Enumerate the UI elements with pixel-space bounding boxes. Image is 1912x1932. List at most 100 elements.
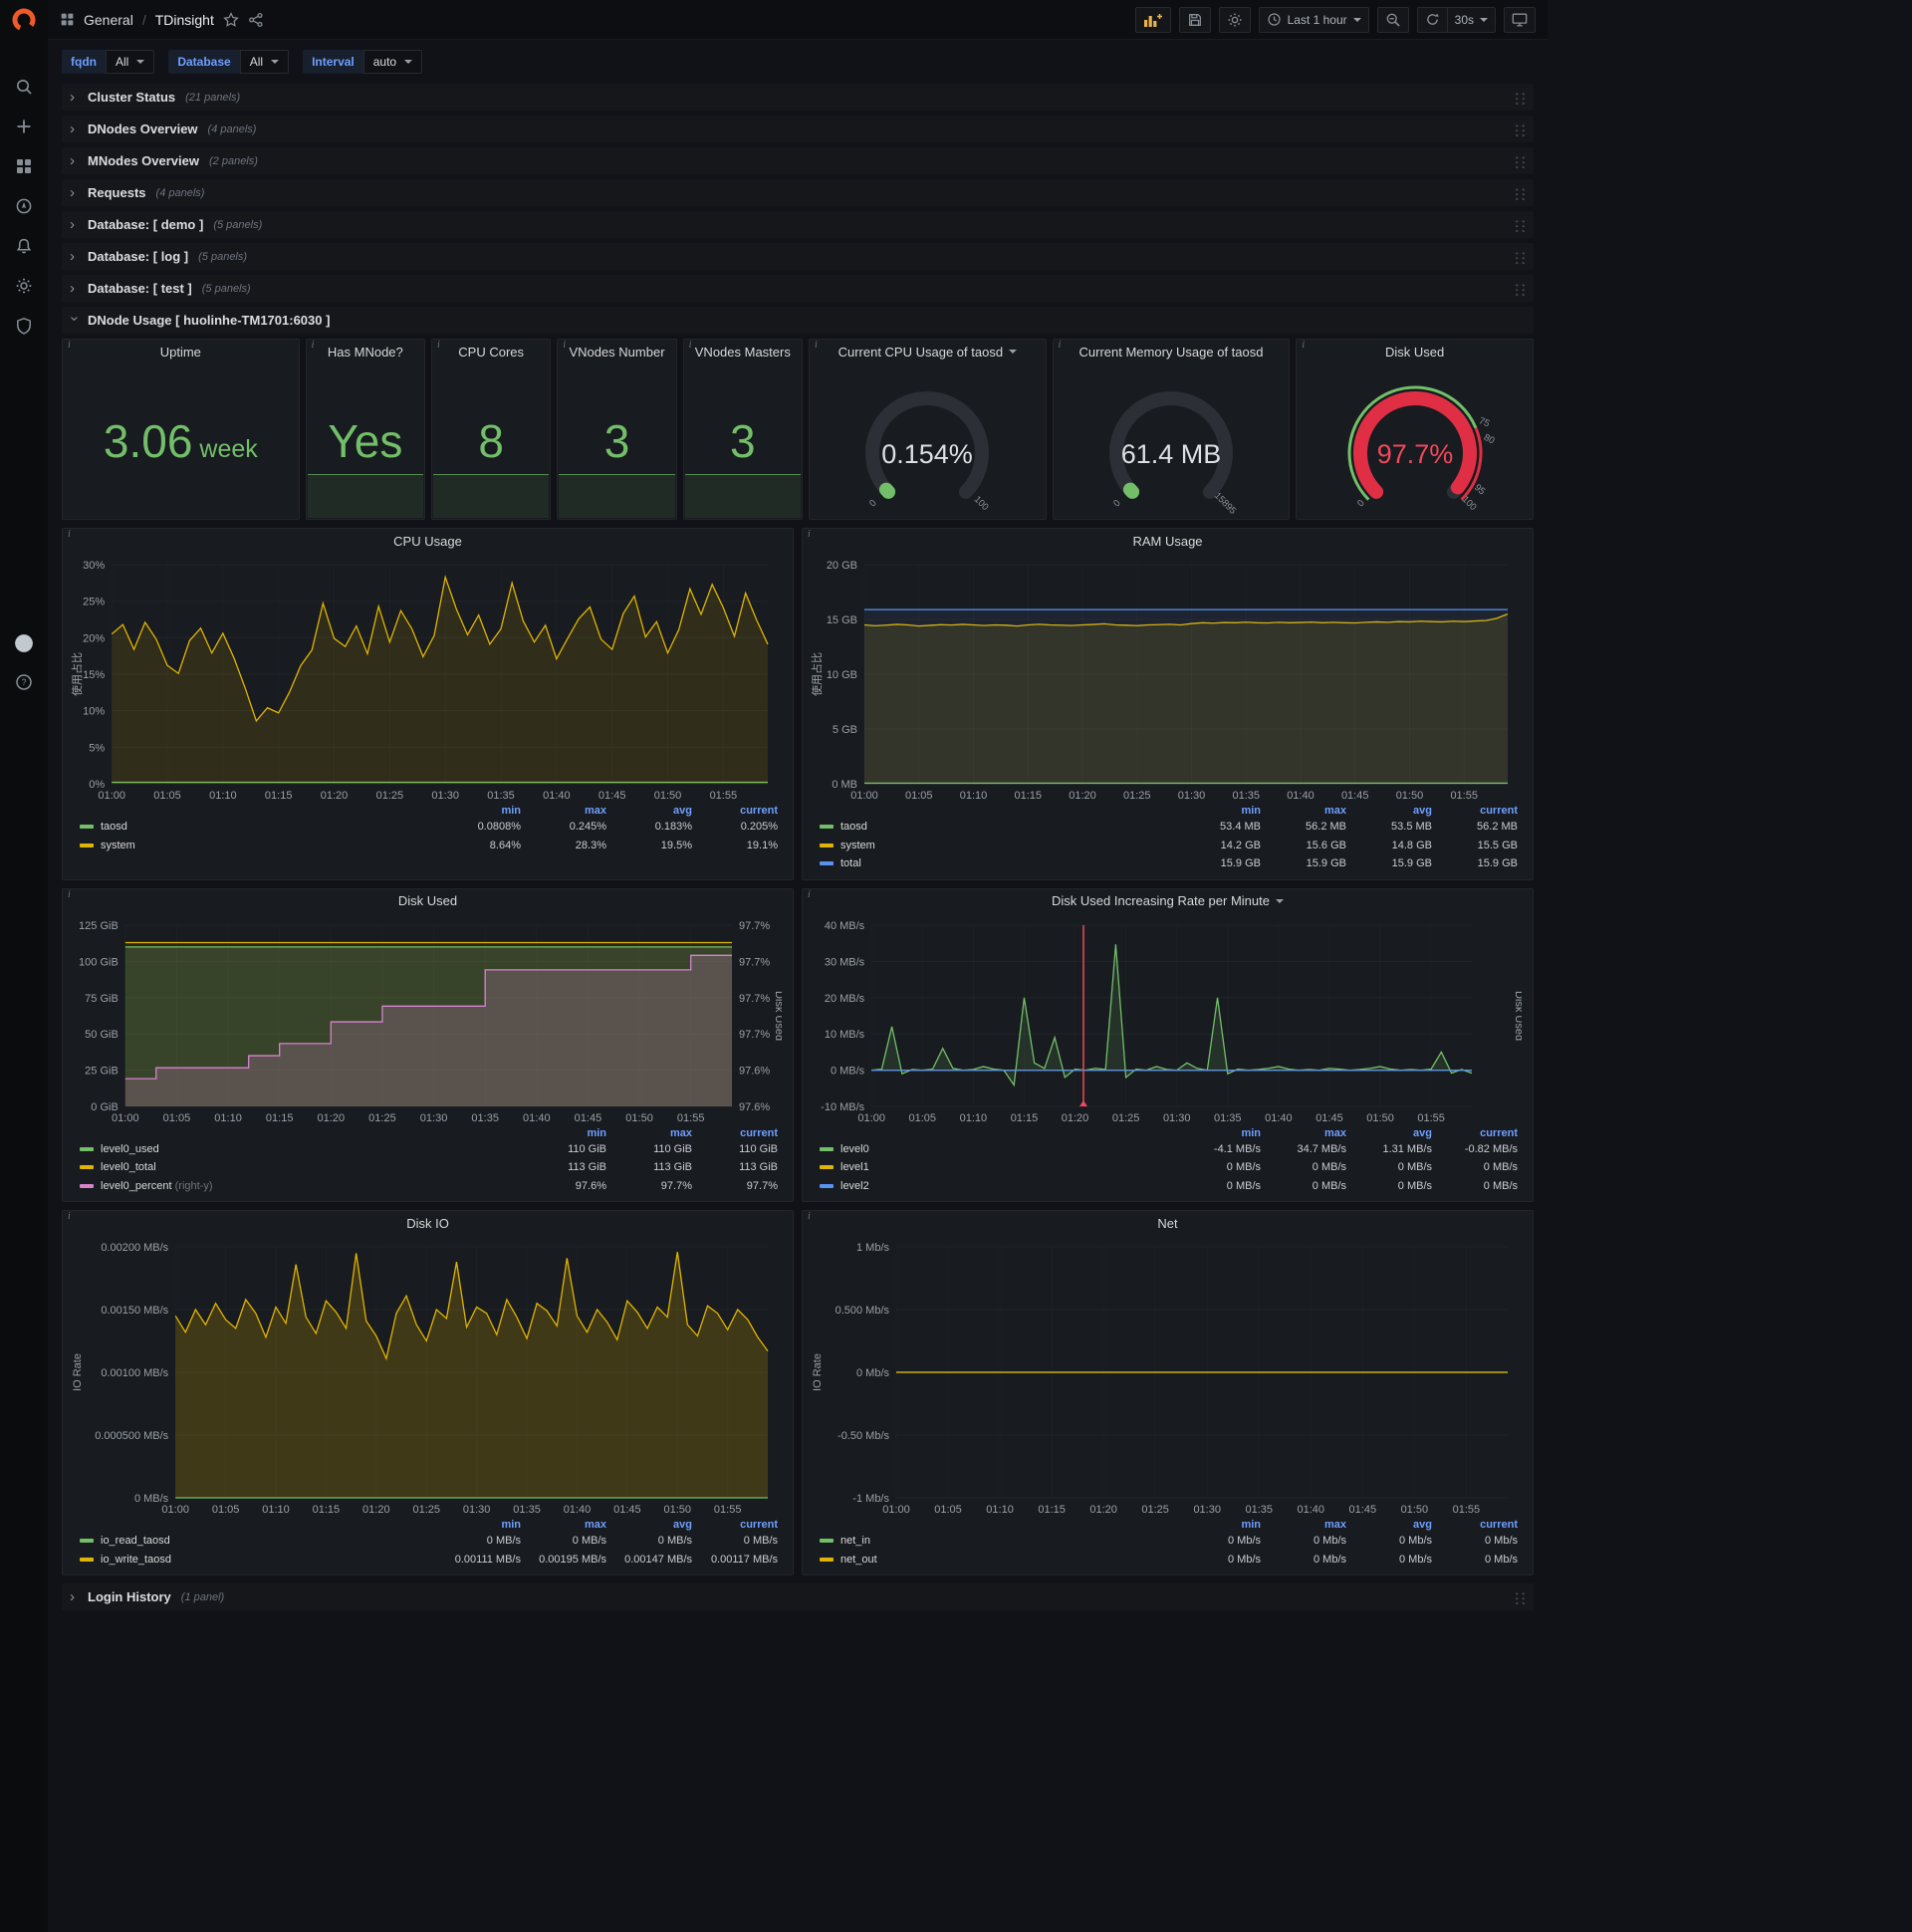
series-name[interactable]: io_read_taosd: [101, 1535, 170, 1547]
dashboard-row[interactable]: › Requests (4 panels): [62, 179, 1534, 206]
user-avatar[interactable]: [14, 633, 34, 653]
panel-title[interactable]: CPU Usage: [393, 534, 462, 549]
panel-title[interactable]: RAM Usage: [1132, 534, 1202, 549]
legend-header[interactable]: avg: [1351, 1518, 1437, 1532]
series-name[interactable]: level0_used: [101, 1143, 159, 1155]
share-icon[interactable]: [248, 12, 264, 28]
legend-header[interactable]: current: [697, 804, 783, 818]
chart-canvas[interactable]: 01:00 01:05 01:10 01:15 01:20 01:25 01:30 01:35…: [809, 555, 1522, 804]
info-icon[interactable]: i: [312, 340, 315, 351]
filter-value-dropdown[interactable]: All: [239, 50, 290, 74]
dashboards-icon[interactable]: [15, 157, 33, 175]
series-name[interactable]: level2: [840, 1180, 869, 1192]
legend-header[interactable]: current: [1437, 1126, 1523, 1140]
panel-title[interactable]: CPU Cores: [458, 345, 524, 360]
dashboard-row[interactable]: › Database: [ test ] (5 panels): [62, 275, 1534, 302]
legend-header[interactable]: max: [1266, 1518, 1351, 1532]
time-range-picker[interactable]: Last 1 hour: [1258, 6, 1369, 33]
series-line-level0[interactable]: [871, 943, 1473, 1087]
chart-canvas[interactable]: 01:00 01:05 01:10 01:15 01:20 01:25 01:30 01:35…: [809, 1237, 1522, 1518]
dashboard-row[interactable]: › MNodes Overview (2 panels): [62, 147, 1534, 174]
series-name[interactable]: taosd: [101, 821, 127, 833]
row-drag-handle[interactable]: [1513, 249, 1526, 264]
alerting-bell-icon[interactable]: [15, 237, 33, 255]
configuration-gear-icon[interactable]: [15, 277, 33, 295]
series-name[interactable]: level0: [840, 1143, 869, 1155]
info-icon[interactable]: i: [437, 340, 440, 351]
panel-title[interactable]: Disk Used: [1385, 345, 1444, 360]
grafana-logo[interactable]: [0, 0, 48, 40]
row-dnode-usage[interactable]: › DNode Usage [ huolinhe-TM1701:6030 ]: [62, 307, 1534, 334]
row-drag-handle[interactable]: [1513, 153, 1526, 168]
row-drag-handle[interactable]: [1513, 121, 1526, 136]
series-name[interactable]: taosd: [840, 821, 867, 833]
add-panel-button[interactable]: [1134, 6, 1171, 33]
gauge-canvas[interactable]: 0 15895 61.4 MB: [1056, 363, 1287, 515]
legend-header[interactable]: max: [1266, 804, 1351, 818]
dashboard-row[interactable]: › Database: [ demo ] (5 panels): [62, 211, 1534, 238]
chart-canvas[interactable]: 01:00 01:05 01:10 01:15 01:20 01:25 01:30 01:35…: [809, 915, 1522, 1126]
series-name[interactable]: level0_percent: [101, 1180, 172, 1192]
info-icon[interactable]: i: [68, 1211, 71, 1222]
legend-header[interactable]: min: [526, 1126, 611, 1140]
panel-title[interactable]: Current Memory Usage of taosd: [1079, 345, 1264, 360]
dashboard-row[interactable]: › Cluster Status (21 panels): [62, 84, 1534, 111]
dashboard-settings-button[interactable]: [1218, 6, 1251, 33]
panel-title[interactable]: VNodes Masters: [695, 345, 791, 360]
info-icon[interactable]: i: [563, 340, 566, 351]
panel-title[interactable]: Has MNode?: [328, 345, 403, 360]
chart-canvas[interactable]: 01:00 01:05 01:10 01:15 01:20 01:25 01:30 01:35…: [69, 1237, 782, 1518]
legend-header[interactable]: avg: [1351, 1126, 1437, 1140]
legend-header[interactable]: avg: [611, 1518, 697, 1532]
refresh-interval-picker[interactable]: 30s: [1446, 6, 1496, 33]
refresh-button[interactable]: [1416, 6, 1447, 33]
series-name[interactable]: net_in: [840, 1535, 870, 1547]
info-icon[interactable]: i: [68, 529, 71, 540]
panel-title[interactable]: Net: [1157, 1216, 1177, 1231]
series-name[interactable]: system: [101, 840, 135, 851]
cycle-view-button[interactable]: [1504, 6, 1536, 33]
info-icon[interactable]: i: [815, 340, 818, 351]
info-icon[interactable]: i: [68, 340, 71, 351]
legend-header[interactable]: avg: [611, 804, 697, 818]
help-icon[interactable]: ?: [15, 673, 33, 691]
create-plus-icon[interactable]: [15, 118, 33, 135]
server-admin-shield-icon[interactable]: [15, 317, 33, 335]
legend-header[interactable]: current: [1437, 804, 1523, 818]
dashboard-row[interactable]: › DNodes Overview (4 panels): [62, 116, 1534, 142]
chart-canvas[interactable]: 01:00 01:05 01:10 01:15 01:20 01:25 01:30 01:35…: [69, 915, 782, 1126]
info-icon[interactable]: i: [808, 1211, 811, 1222]
filter-value-dropdown[interactable]: auto: [362, 50, 423, 74]
series-name[interactable]: level1: [840, 1161, 869, 1173]
info-icon[interactable]: i: [68, 889, 71, 900]
info-icon[interactable]: i: [808, 529, 811, 540]
chart-canvas[interactable]: 01:00 01:05 01:10 01:15 01:20 01:25 01:30 01:35…: [69, 555, 782, 804]
gauge-canvas[interactable]: 075809510097.7%: [1300, 363, 1531, 515]
panel-title[interactable]: Disk IO: [406, 1216, 449, 1231]
legend-header[interactable]: min: [440, 1518, 526, 1532]
row-drag-handle[interactable]: [1513, 281, 1526, 296]
breadcrumb-page[interactable]: TDinsight: [155, 12, 214, 28]
legend-header[interactable]: avg: [1351, 804, 1437, 818]
row-drag-handle[interactable]: [1513, 185, 1526, 200]
save-dashboard-button[interactable]: [1178, 6, 1211, 33]
info-icon[interactable]: i: [689, 340, 692, 351]
info-icon[interactable]: i: [808, 889, 811, 900]
legend-header[interactable]: max: [526, 804, 611, 818]
series-name[interactable]: io_write_taosd: [101, 1554, 171, 1566]
legend-header[interactable]: max: [611, 1126, 697, 1140]
legend-header[interactable]: max: [526, 1518, 611, 1532]
panel-title[interactable]: Current CPU Usage of taosd: [838, 345, 1003, 360]
panel-title[interactable]: Uptime: [160, 345, 201, 360]
row-login-history[interactable]: › Login History (1 panel): [62, 1583, 1534, 1610]
series-name[interactable]: total: [840, 857, 861, 869]
info-icon[interactable]: i: [1059, 340, 1062, 351]
series-name[interactable]: net_out: [840, 1554, 877, 1566]
legend-header[interactable]: current: [1437, 1518, 1523, 1532]
zoom-out-button[interactable]: [1376, 6, 1409, 33]
panel-title[interactable]: Disk Used: [398, 893, 457, 908]
panel-title[interactable]: VNodes Number: [569, 345, 664, 360]
series-name[interactable]: level0_total: [101, 1161, 156, 1173]
legend-header[interactable]: current: [697, 1518, 783, 1532]
series-name[interactable]: system: [840, 840, 875, 851]
